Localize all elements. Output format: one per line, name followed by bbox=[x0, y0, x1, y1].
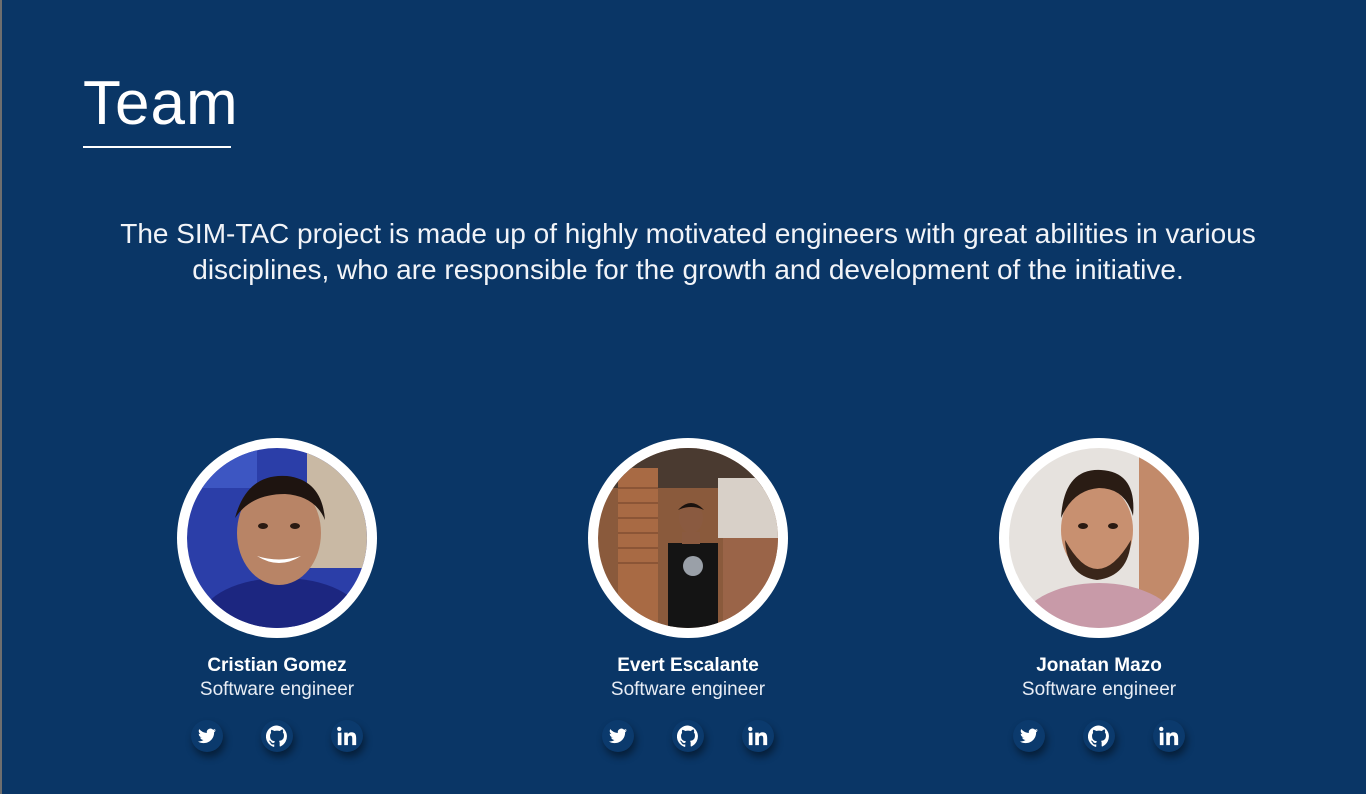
member-role: Software engineer bbox=[610, 679, 766, 700]
team-member-card: Evert Escalante Software engineer bbox=[538, 438, 838, 752]
title-underline bbox=[83, 146, 231, 148]
twitter-icon[interactable] bbox=[602, 720, 634, 752]
member-name: Evert Escalante bbox=[617, 655, 759, 676]
member-role: Software engineer bbox=[1021, 679, 1177, 700]
member-photo bbox=[598, 448, 778, 628]
linkedin-icon[interactable] bbox=[742, 720, 774, 752]
team-member-card: Jonatan Mazo Software engineer bbox=[949, 438, 1249, 752]
twitter-icon[interactable] bbox=[1013, 720, 1045, 752]
social-links bbox=[538, 720, 838, 752]
member-photo bbox=[187, 448, 367, 628]
linkedin-icon[interactable] bbox=[331, 720, 363, 752]
member-photo bbox=[1009, 448, 1189, 628]
avatar bbox=[177, 438, 377, 638]
social-links bbox=[949, 720, 1249, 752]
section-header: Team bbox=[83, 66, 239, 148]
github-icon[interactable] bbox=[261, 720, 293, 752]
linkedin-icon[interactable] bbox=[1153, 720, 1185, 752]
team-member-card: Cristian Gomez Software engineer bbox=[127, 438, 427, 752]
page-title: Team bbox=[83, 69, 239, 138]
member-role: Software engineer bbox=[199, 679, 355, 700]
social-links bbox=[127, 720, 427, 752]
github-icon[interactable] bbox=[672, 720, 704, 752]
member-name: Jonatan Mazo bbox=[1036, 655, 1162, 676]
avatar bbox=[588, 438, 788, 638]
member-name: Cristian Gomez bbox=[207, 655, 347, 676]
intro-text: The SIM-TAC project is made up of highly… bbox=[120, 218, 1256, 285]
avatar bbox=[999, 438, 1199, 638]
twitter-icon[interactable] bbox=[191, 720, 223, 752]
github-icon[interactable] bbox=[1083, 720, 1115, 752]
